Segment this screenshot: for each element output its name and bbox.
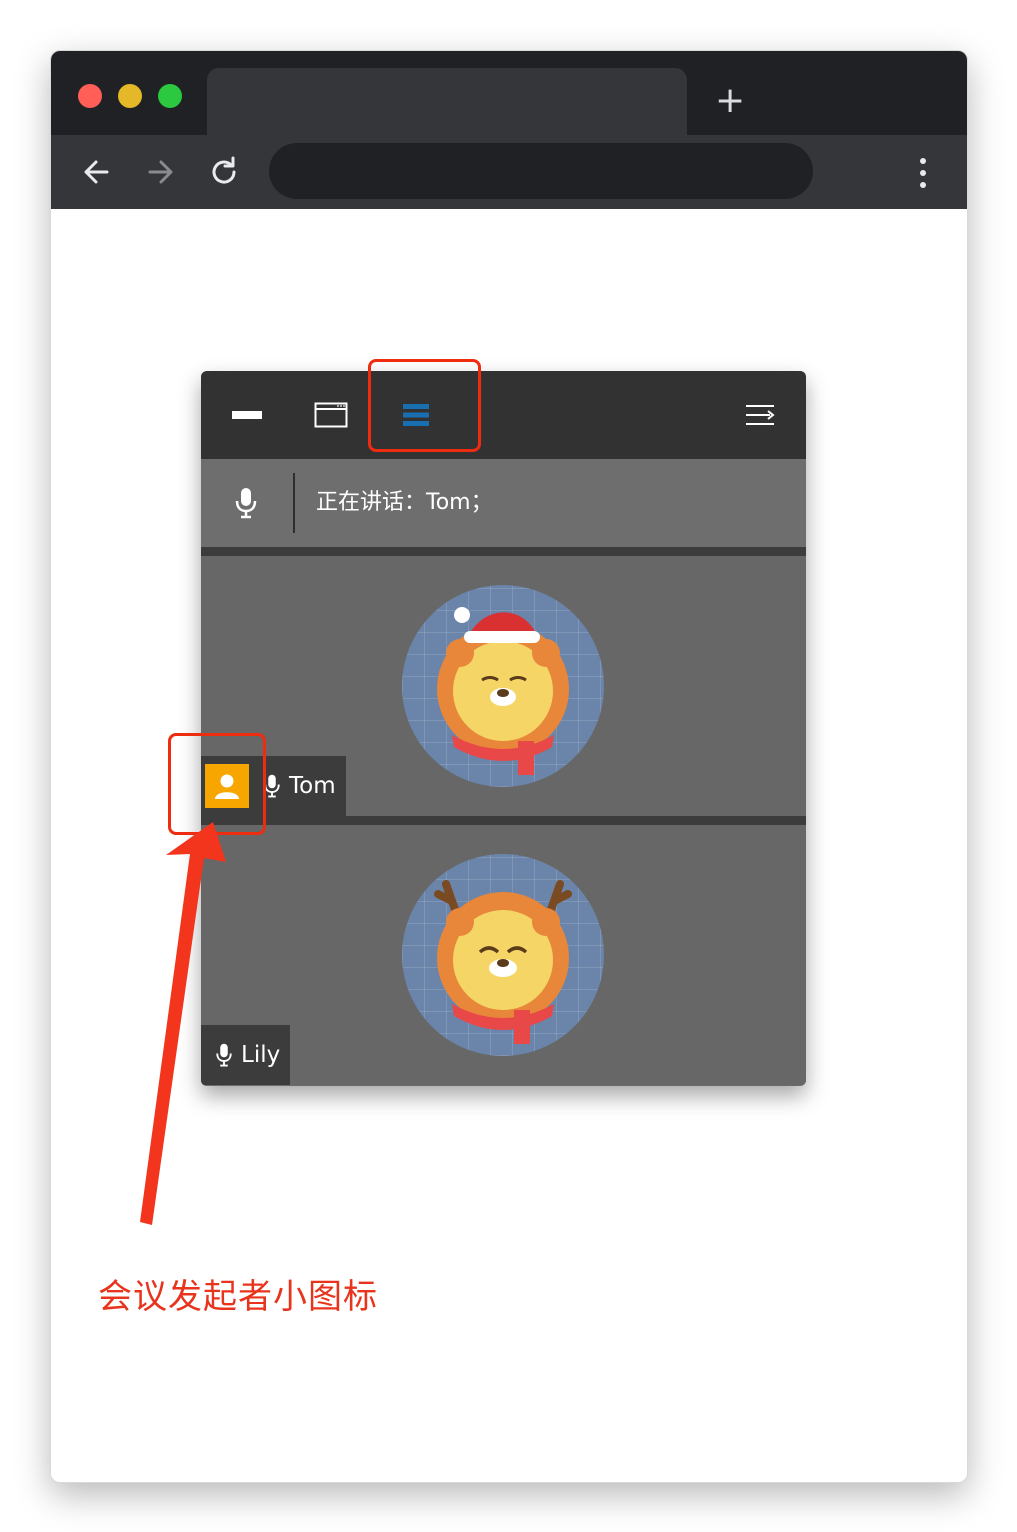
annotation-arrow — [140, 822, 226, 1225]
